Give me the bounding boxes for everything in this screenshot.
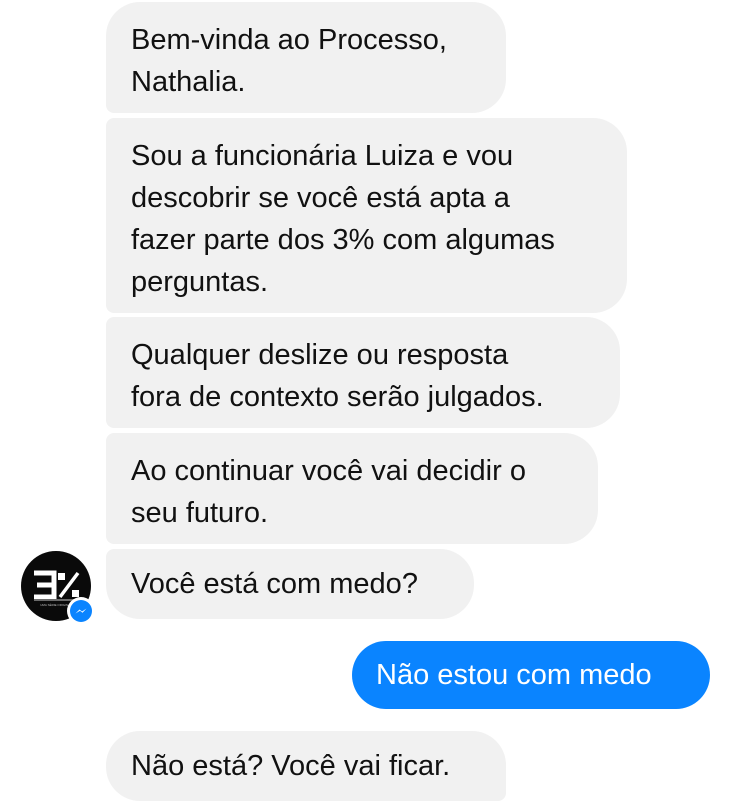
incoming-message-bubble[interactable]: Você está com medo? — [106, 549, 474, 619]
incoming-message-bubble[interactable]: Bem-vinda ao Processo, Nathalia. — [106, 2, 506, 113]
messenger-badge — [67, 597, 95, 625]
messenger-icon — [75, 608, 87, 614]
incoming-message-bubble[interactable]: Ao continuar você vai decidir o seu futu… — [106, 433, 598, 544]
incoming-message-bubble[interactable]: Sou a funcionária Luiza e vou descobrir … — [106, 118, 627, 313]
outgoing-message-bubble[interactable]: Não estou com medo — [352, 641, 710, 709]
incoming-message-bubble[interactable]: Não está? Você vai ficar. — [106, 731, 506, 801]
incoming-message-bubble[interactable]: Qualquer deslize ou resposta fora de con… — [106, 317, 620, 428]
